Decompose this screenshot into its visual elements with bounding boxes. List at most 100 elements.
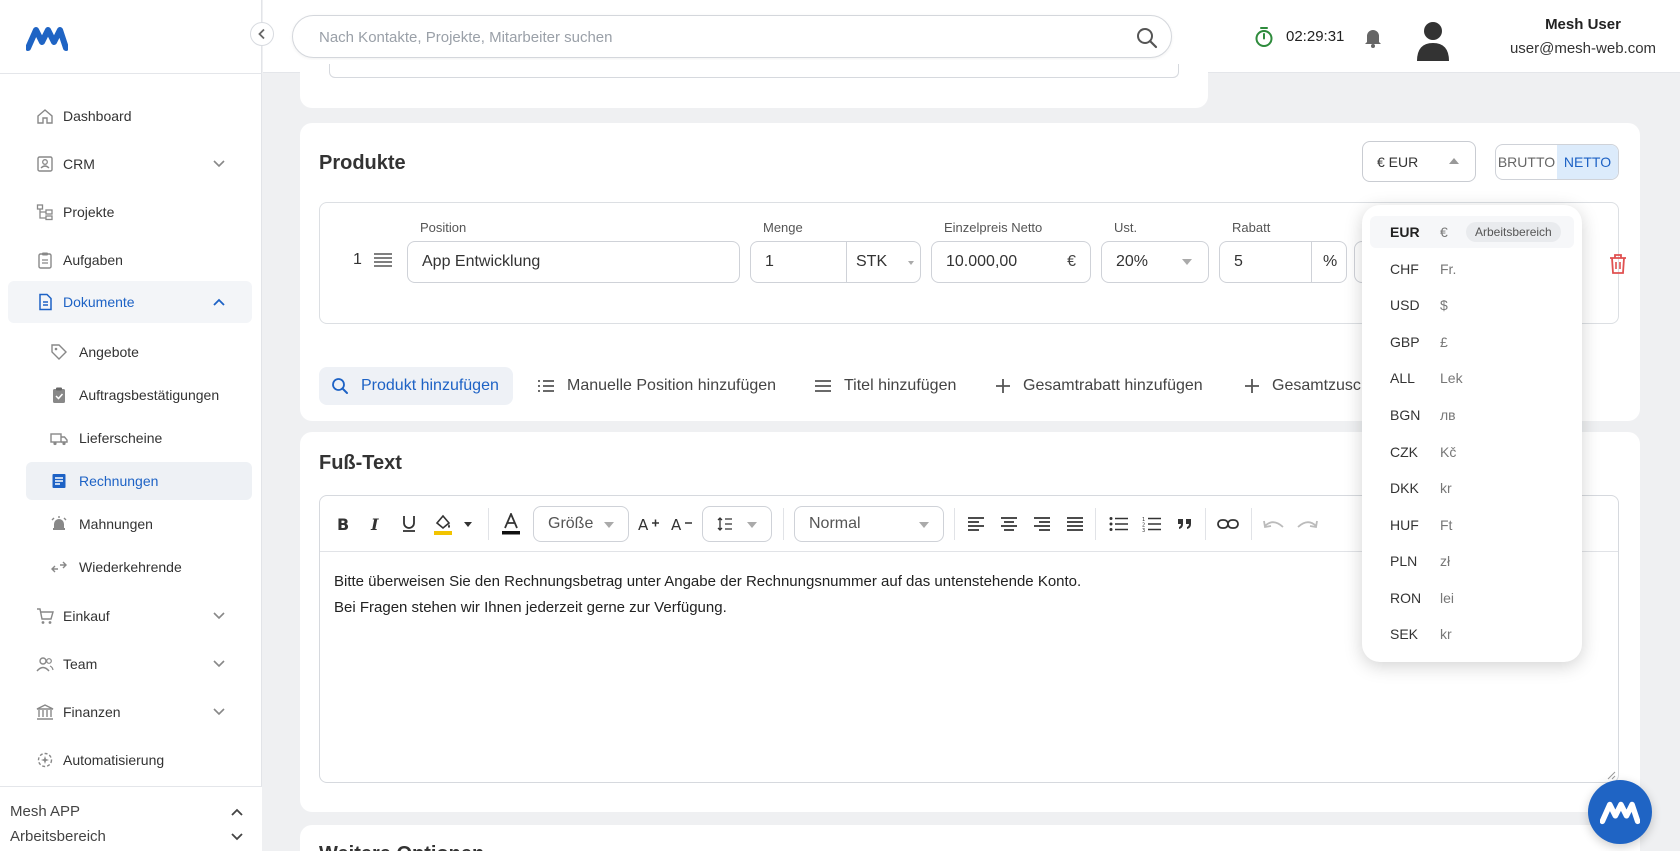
- sidebar-item-dashboard[interactable]: Dashboard: [8, 95, 252, 137]
- ust-select[interactable]: 20%: [1101, 241, 1209, 283]
- add-total-surcharge-button[interactable]: Gesamtzusc: [1244, 367, 1361, 405]
- align-justify-button[interactable]: [1064, 513, 1086, 535]
- numbered-list-icon: 123: [1142, 517, 1161, 532]
- sidebar-collapse-button[interactable]: [250, 22, 274, 46]
- mesh-assistant-button[interactable]: [1588, 780, 1652, 844]
- footer-text-content[interactable]: Bitte überweisen Sie den Rechnungsbetrag…: [334, 569, 1081, 621]
- currency-option-dkk[interactable]: DKK kr: [1370, 472, 1574, 504]
- sidebar-item-finanzen[interactable]: Finanzen: [8, 691, 252, 733]
- document-icon: [39, 293, 52, 311]
- align-center-button[interactable]: [998, 513, 1020, 535]
- bell-icon[interactable]: [1363, 26, 1383, 48]
- decrease-font-button[interactable]: A: [671, 513, 693, 535]
- currency-dropdown: EUR € Arbeitsbereich CHF Fr. USD $ GBP £ AL…: [1362, 205, 1582, 662]
- sidebar-subitem-rechnungen[interactable]: Rechnungen: [26, 462, 252, 500]
- add-manual-position-button[interactable]: Manuelle Position hinzufügen: [537, 367, 776, 405]
- add-title-button[interactable]: Titel hinzufügen: [814, 367, 956, 405]
- caret-down-icon: [908, 261, 914, 265]
- highlight-color-button[interactable]: [430, 513, 456, 535]
- currency-option-bgn[interactable]: BGN лв: [1370, 399, 1574, 431]
- avatar[interactable]: [1415, 19, 1451, 61]
- trash-icon[interactable]: [1608, 253, 1628, 275]
- line-height-select[interactable]: [702, 506, 772, 542]
- currency-option-huf[interactable]: HUF Ft: [1370, 509, 1574, 541]
- currency-option-ron[interactable]: RON lei: [1370, 582, 1574, 614]
- text-color-button[interactable]: [500, 513, 522, 535]
- highlight-dropdown[interactable]: [462, 513, 474, 535]
- bold-button[interactable]: B: [332, 513, 354, 535]
- stopwatch-icon[interactable]: [1253, 26, 1275, 48]
- home-icon: [37, 109, 53, 124]
- chevron-down-icon: [213, 660, 225, 668]
- mesh-logo[interactable]: [26, 24, 68, 52]
- sidebar-item-projekte[interactable]: Projekte: [8, 191, 252, 233]
- sidebar-item-automatisierung[interactable]: Automatisierung: [8, 739, 252, 781]
- sidebar-subitem-wiederkehrende[interactable]: Wiederkehrende: [26, 548, 252, 586]
- sidebar-subitem-lieferscheine[interactable]: Lieferscheine: [26, 419, 252, 457]
- currency-option-eur[interactable]: EUR € Arbeitsbereich: [1370, 216, 1574, 248]
- resize-handle-icon[interactable]: [1606, 770, 1616, 780]
- footer-text-line: Bei Fragen stehen wir Ihnen jederzeit ge…: [334, 599, 727, 616]
- add-total-discount-button[interactable]: Gesamtrabatt hinzufügen: [995, 367, 1203, 405]
- currency-select[interactable]: € EUR: [1362, 141, 1476, 182]
- chevron-down-icon: [213, 612, 225, 620]
- redo-icon: [1297, 520, 1318, 529]
- blockquote-button[interactable]: [1174, 513, 1196, 535]
- sidebar-subitem-auftragsbestaetigungen[interactable]: Auftragsbestätigungen: [26, 376, 252, 414]
- redo-button[interactable]: [1296, 513, 1318, 535]
- netto-option[interactable]: NETTO: [1557, 145, 1618, 179]
- sidebar-item-einkauf[interactable]: Einkauf: [8, 595, 252, 637]
- timer-display[interactable]: 02:29:31: [1286, 28, 1344, 45]
- unit-select[interactable]: STK: [846, 241, 921, 283]
- currency-option-pln[interactable]: PLN zł: [1370, 545, 1574, 577]
- currency-symbol: $: [1440, 297, 1448, 313]
- currency-symbol: zł: [1440, 553, 1451, 569]
- search-icon[interactable]: [1135, 26, 1159, 50]
- sidebar-subitem-mahnungen[interactable]: Mahnungen: [26, 505, 252, 543]
- price-label: Einzelpreis Netto: [944, 220, 1043, 235]
- svg-text:I: I: [370, 516, 379, 532]
- add-product-button[interactable]: Produkt hinzufügen: [319, 367, 513, 405]
- list-icon: [538, 380, 554, 392]
- chevron-down-icon: [213, 708, 225, 716]
- currency-symbol: kr: [1440, 480, 1452, 496]
- sidebar-subitem-angebote[interactable]: Angebote: [26, 333, 252, 371]
- price-input[interactable]: 10.000,00 €: [931, 241, 1091, 283]
- font-size-select[interactable]: Größe: [533, 506, 629, 542]
- paragraph-style-select[interactable]: Normal: [794, 506, 944, 542]
- rabatt-label: Rabatt: [1232, 220, 1271, 235]
- insert-link-button[interactable]: [1217, 513, 1239, 535]
- italic-button[interactable]: I: [365, 513, 387, 535]
- rabatt-unit-select[interactable]: %: [1311, 241, 1347, 283]
- menge-input[interactable]: 1: [750, 241, 848, 283]
- currency-option-chf[interactable]: CHF Fr.: [1370, 253, 1574, 285]
- drag-handle-icon[interactable]: [373, 252, 393, 268]
- rabatt-input[interactable]: 5: [1219, 241, 1313, 283]
- brutto-option[interactable]: BRUTTO: [1496, 145, 1557, 179]
- currency-option-usd[interactable]: USD $: [1370, 289, 1574, 321]
- currency-code: PLN: [1390, 553, 1418, 569]
- workspace-default-badge: Arbeitsbereich: [1466, 222, 1561, 242]
- underline-button[interactable]: [398, 513, 420, 535]
- app-switcher[interactable]: Mesh APP: [10, 803, 250, 820]
- italic-icon: I: [370, 516, 379, 532]
- currency-option-all[interactable]: ALL Lek: [1370, 362, 1574, 394]
- currency-option-czk[interactable]: CZK Kč: [1370, 436, 1574, 468]
- sidebar-item-crm[interactable]: CRM: [8, 143, 252, 185]
- position-input[interactable]: App Entwicklung: [407, 241, 740, 283]
- currency-option-gbp[interactable]: GBP £: [1370, 326, 1574, 358]
- sidebar-item-aufgaben[interactable]: Aufgaben: [8, 239, 252, 281]
- bullet-list-button[interactable]: [1108, 513, 1130, 535]
- user-name[interactable]: Mesh User: [1473, 16, 1680, 33]
- undo-button[interactable]: [1263, 513, 1285, 535]
- currency-option-sek[interactable]: SEK kr: [1370, 618, 1574, 650]
- search-input[interactable]: [319, 26, 1119, 48]
- sidebar-item-dokumente[interactable]: Dokumente: [8, 281, 252, 323]
- ust-value: 20%: [1116, 253, 1149, 270]
- workspace-selector[interactable]: Arbeitsbereich: [10, 828, 250, 845]
- increase-font-button[interactable]: A: [638, 513, 660, 535]
- sidebar-item-team[interactable]: Team: [8, 643, 252, 685]
- align-left-button[interactable]: [965, 513, 987, 535]
- align-right-button[interactable]: [1031, 513, 1053, 535]
- numbered-list-button[interactable]: 123: [1141, 513, 1163, 535]
